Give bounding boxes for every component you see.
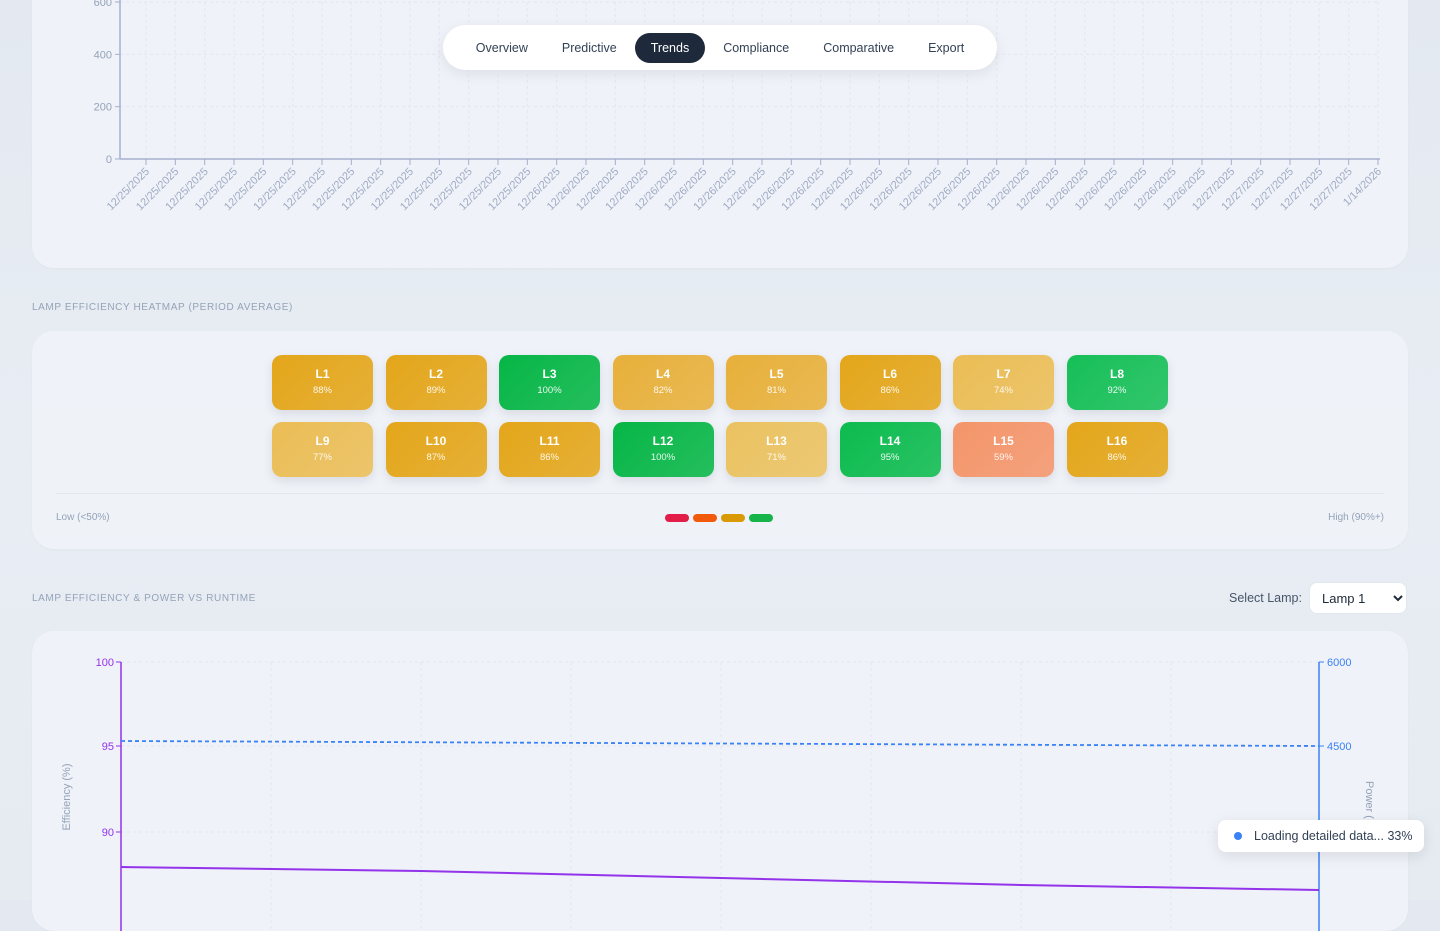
heatmap-legend	[665, 514, 773, 522]
tile-value: 87%	[426, 452, 446, 463]
y-left-axis-title: Efficiency (%)	[61, 763, 73, 830]
loading-toast: Loading detailed data... 33%	[1218, 820, 1424, 852]
tab-predictive[interactable]: Predictive	[546, 33, 633, 63]
tile-name: L9	[315, 434, 330, 448]
legend-swatch-mid	[721, 514, 745, 522]
y-right-tick-label: 6000	[1327, 657, 1351, 669]
runtime-chart-card: 90 95 100 Efficiency (%) 4500 6000 Power (	[32, 631, 1408, 931]
heatmap-tile-l12[interactable]: L12 100%	[612, 422, 714, 477]
tile-value: 89%	[426, 385, 446, 396]
tile-name: L6	[882, 367, 897, 381]
y-tick-label: 0	[106, 154, 112, 166]
y-tick-label: 200	[94, 102, 112, 114]
tile-value: 86%	[880, 385, 900, 396]
tile-value: 86%	[1107, 452, 1127, 463]
tile-name: L3	[542, 367, 557, 381]
tab-export[interactable]: Export	[912, 33, 980, 63]
heatmap-tile-l9[interactable]: L9 77%	[272, 422, 373, 477]
y-left-tick-label: 100	[96, 657, 114, 669]
heatmap-tile-l2[interactable]: L2 89%	[385, 355, 487, 410]
loading-text: Loading detailed data... 33%	[1254, 829, 1413, 843]
tab-comparative[interactable]: Comparative	[807, 33, 910, 63]
tile-value: 100%	[537, 385, 562, 396]
heatmap-tile-l10[interactable]: L10 87%	[385, 422, 487, 477]
tile-name: L7	[996, 367, 1011, 381]
tile-name: L1	[315, 367, 330, 381]
heatmap-tile-l15[interactable]: L15 59%	[953, 422, 1054, 477]
tab-compliance[interactable]: Compliance	[707, 33, 805, 63]
tile-name: L12	[652, 434, 674, 448]
tile-name: L14	[879, 434, 901, 448]
tile-value: 82%	[653, 385, 673, 396]
lamp-select[interactable]: Lamp 1	[1309, 582, 1407, 614]
heatmap-tile-l5[interactable]: L5 81%	[726, 355, 827, 410]
tile-value: 100%	[650, 452, 676, 463]
legend-swatch-low	[665, 514, 689, 522]
tab-trends[interactable]: Trends	[634, 32, 706, 63]
heatmap-section-title: Lamp Efficiency Heatmap (Period Average)	[32, 302, 293, 313]
tile-value: 74%	[993, 385, 1013, 396]
heatmap-tile-l6[interactable]: L6 86%	[839, 355, 941, 410]
tile-value: 95%	[880, 452, 900, 463]
runtime-chart: 90 95 100 Efficiency (%) 4500 6000 Power (	[61, 657, 1375, 931]
heatmap-tile-l16[interactable]: L16 86%	[1066, 422, 1168, 477]
tile-name: L16	[1106, 434, 1128, 448]
tile-name: L5	[769, 367, 784, 381]
view-tabs: Overview Predictive Trends Compliance Co…	[443, 25, 997, 70]
tile-value: 59%	[993, 452, 1013, 463]
heatmap-tile-l13[interactable]: L13 71%	[726, 422, 827, 477]
legend-swatch-mid-low	[693, 514, 717, 522]
tab-overview[interactable]: Overview	[460, 33, 544, 63]
tile-name: L11	[539, 434, 560, 448]
tile-name: L4	[655, 367, 670, 381]
y-right-axis-title: Power (	[1363, 781, 1375, 819]
heatmap-divider	[56, 493, 1384, 494]
runtime-section-title: Lamp Efficiency & Power vs Runtime	[32, 593, 256, 604]
tile-name: L2	[428, 367, 443, 381]
tile-value: 92%	[1107, 385, 1127, 396]
loading-indicator-icon	[1234, 832, 1242, 840]
tile-value: 88%	[312, 385, 332, 396]
tile-name: L8	[1109, 367, 1124, 381]
y-right-tick-label: 4500	[1327, 741, 1351, 753]
y-left-tick-label: 90	[102, 827, 114, 839]
select-lamp-label: Select Lamp:	[1229, 591, 1302, 605]
tile-name: L13	[766, 434, 787, 448]
heatmap-tile-l4[interactable]: L4 82%	[612, 355, 714, 410]
heatmap-tile-l7[interactable]: L7 74%	[953, 355, 1054, 410]
heatmap-tile-l3[interactable]: L3 100%	[499, 355, 600, 410]
tile-name: L10	[425, 434, 447, 448]
tile-value: 86%	[539, 452, 559, 463]
legend-swatch-high	[749, 514, 773, 522]
y-tick-label: 400	[94, 49, 112, 61]
tile-name: L15	[993, 434, 1014, 448]
y-left-tick-label: 95	[102, 741, 114, 753]
y-tick-label: 600	[94, 0, 112, 9]
legend-high-label: High (90%+)	[1328, 512, 1384, 523]
heatmap-tile-l1[interactable]: L1 88%	[272, 355, 373, 410]
tile-value: 71%	[766, 452, 786, 463]
heatmap-tile-l14[interactable]: L14 95%	[839, 422, 941, 477]
power-series-line	[120, 740, 1320, 747]
tile-value: 81%	[766, 385, 786, 396]
heatmap-tile-l11[interactable]: L11 86%	[499, 422, 600, 477]
efficiency-series-line	[120, 866, 1320, 891]
heatmap-tile-l8[interactable]: L8 92%	[1066, 355, 1168, 410]
tile-value: 77%	[312, 452, 332, 463]
legend-low-label: Low (<50%)	[56, 512, 110, 523]
